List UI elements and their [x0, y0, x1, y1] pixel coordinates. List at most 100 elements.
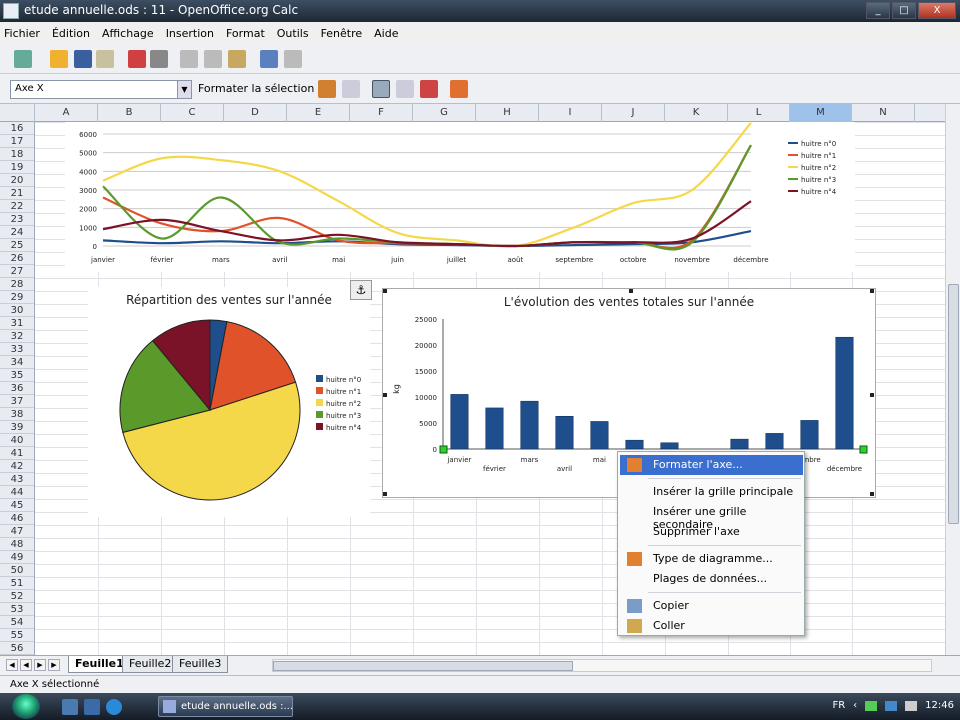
undo-icon[interactable] [260, 50, 278, 68]
column-header[interactable]: J [602, 104, 665, 122]
context-menu-item[interactable]: Formater l'axe... [620, 455, 803, 475]
cut-icon[interactable] [180, 50, 198, 68]
row-header[interactable]: 56 [0, 642, 34, 655]
next-sheet-icon[interactable]: ▶ [34, 659, 46, 671]
chart-type-toolbar-icon[interactable] [318, 80, 336, 98]
paste-toolbar-icon[interactable] [228, 50, 246, 68]
open-folder-icon[interactable] [50, 50, 68, 68]
data-table-icon[interactable] [342, 80, 360, 98]
column-header[interactable]: N [852, 104, 915, 122]
column-header[interactable]: E [287, 104, 350, 122]
volume-icon[interactable] [905, 700, 918, 711]
context-menu-item[interactable]: Insérer la grille principale [620, 482, 803, 502]
anchor-icon[interactable]: ⚓ [350, 280, 372, 300]
row-header[interactable]: 39 [0, 421, 34, 434]
scale-text-icon[interactable] [420, 80, 438, 98]
sheet-tab-feuille3[interactable]: Feuille3 [172, 656, 229, 673]
row-header[interactable]: 52 [0, 590, 34, 603]
row-header[interactable]: 28 [0, 278, 34, 291]
menu-outils[interactable]: Outils [277, 27, 309, 40]
prev-sheet-icon[interactable]: ◀ [20, 659, 32, 671]
row-header[interactable]: 18 [0, 148, 34, 161]
row-header[interactable]: 20 [0, 174, 34, 187]
last-sheet-icon[interactable]: ▶ [48, 659, 60, 671]
context-menu-item[interactable]: Plages de données... [620, 569, 803, 589]
row-header[interactable]: 25 [0, 239, 34, 252]
column-header[interactable]: G [413, 104, 476, 122]
internet-explorer-icon[interactable] [106, 699, 122, 715]
row-header[interactable]: 50 [0, 564, 34, 577]
close-button[interactable]: X [918, 2, 956, 19]
column-header[interactable]: D [224, 104, 287, 122]
context-menu-item[interactable]: Type de diagramme... [620, 549, 803, 569]
first-sheet-icon[interactable]: ◀ [6, 659, 18, 671]
column-header[interactable]: B [98, 104, 161, 122]
row-header[interactable]: 46 [0, 512, 34, 525]
line-chart[interactable]: 6000 5000 4000 3000 2000 1000 0 janvier février m… [65, 122, 855, 272]
row-header[interactable]: 41 [0, 447, 34, 460]
sheet-tab-feuille2[interactable]: Feuille2 [122, 656, 179, 673]
column-header[interactable]: F [350, 104, 413, 122]
element-selector[interactable]: Axe X ▼ [10, 80, 192, 99]
horizontal-grid-icon[interactable] [372, 80, 390, 98]
select-all-corner[interactable] [0, 104, 35, 122]
row-header[interactable]: 43 [0, 473, 34, 486]
horizontal-scroll-thumb[interactable] [273, 661, 573, 671]
row-header[interactable]: 19 [0, 161, 34, 174]
pie-chart[interactable]: Répartition des ventes sur l'année huitre… [88, 287, 370, 517]
row-header[interactable]: 26 [0, 252, 34, 265]
row-header[interactable]: 54 [0, 616, 34, 629]
row-header[interactable]: 48 [0, 538, 34, 551]
row-header[interactable]: 22 [0, 200, 34, 213]
legend-toggle-icon[interactable] [396, 80, 414, 98]
redo-icon[interactable] [284, 50, 302, 68]
menu-fenetre[interactable]: Fenêtre [321, 27, 363, 40]
minimize-button[interactable]: _ [866, 2, 890, 19]
menu-insertion[interactable]: Insertion [166, 27, 214, 40]
network-icon[interactable] [865, 700, 878, 711]
print-icon[interactable] [150, 50, 168, 68]
row-header[interactable]: 17 [0, 135, 34, 148]
new-document-icon[interactable] [14, 50, 32, 68]
column-header-selected[interactable]: M [790, 104, 852, 122]
email-icon[interactable] [96, 50, 114, 68]
taskbar-item-calc[interactable]: etude annuelle.ods :... [158, 696, 293, 717]
column-header[interactable]: A [35, 104, 98, 122]
column-header[interactable]: L [728, 104, 790, 122]
row-header[interactable]: 32 [0, 330, 34, 343]
row-header[interactable]: 53 [0, 603, 34, 616]
horizontal-scrollbar[interactable] [272, 659, 932, 672]
tray-expand-icon[interactable]: ‹ [853, 700, 857, 711]
export-pdf-icon[interactable] [128, 50, 146, 68]
vertical-scrollbar[interactable] [945, 104, 960, 655]
row-header[interactable]: 51 [0, 577, 34, 590]
format-selection-button[interactable]: Formater la sélection [198, 82, 314, 95]
row-header[interactable]: 38 [0, 408, 34, 421]
column-header[interactable]: I [539, 104, 602, 122]
row-header[interactable]: 29 [0, 291, 34, 304]
show-desktop-icon[interactable] [62, 699, 78, 715]
row-header[interactable]: 24 [0, 226, 34, 239]
menu-affichage[interactable]: Affichage [102, 27, 154, 40]
row-header[interactable]: 33 [0, 343, 34, 356]
tray-app-icon[interactable] [885, 700, 898, 711]
context-menu-item[interactable]: Copier [620, 596, 803, 616]
row-header[interactable]: 30 [0, 304, 34, 317]
row-header[interactable]: 55 [0, 629, 34, 642]
copy-toolbar-icon[interactable] [204, 50, 222, 68]
row-header[interactable]: 44 [0, 486, 34, 499]
language-indicator[interactable]: FR [832, 700, 845, 711]
clock[interactable]: 12:46 [925, 700, 954, 711]
row-header[interactable]: 45 [0, 499, 34, 512]
menu-fichier[interactable]: Fichier [4, 27, 40, 40]
row-header[interactable]: 37 [0, 395, 34, 408]
column-header[interactable]: C [161, 104, 224, 122]
row-header[interactable]: 36 [0, 382, 34, 395]
row-header[interactable]: 35 [0, 369, 34, 382]
context-menu-item[interactable]: Supprimer l'axe [620, 522, 803, 542]
maximize-button[interactable]: □ [892, 2, 916, 19]
menu-edition[interactable]: Édition [52, 27, 90, 40]
row-header[interactable]: 34 [0, 356, 34, 369]
row-header[interactable]: 31 [0, 317, 34, 330]
context-menu-item[interactable]: Coller [620, 616, 803, 636]
